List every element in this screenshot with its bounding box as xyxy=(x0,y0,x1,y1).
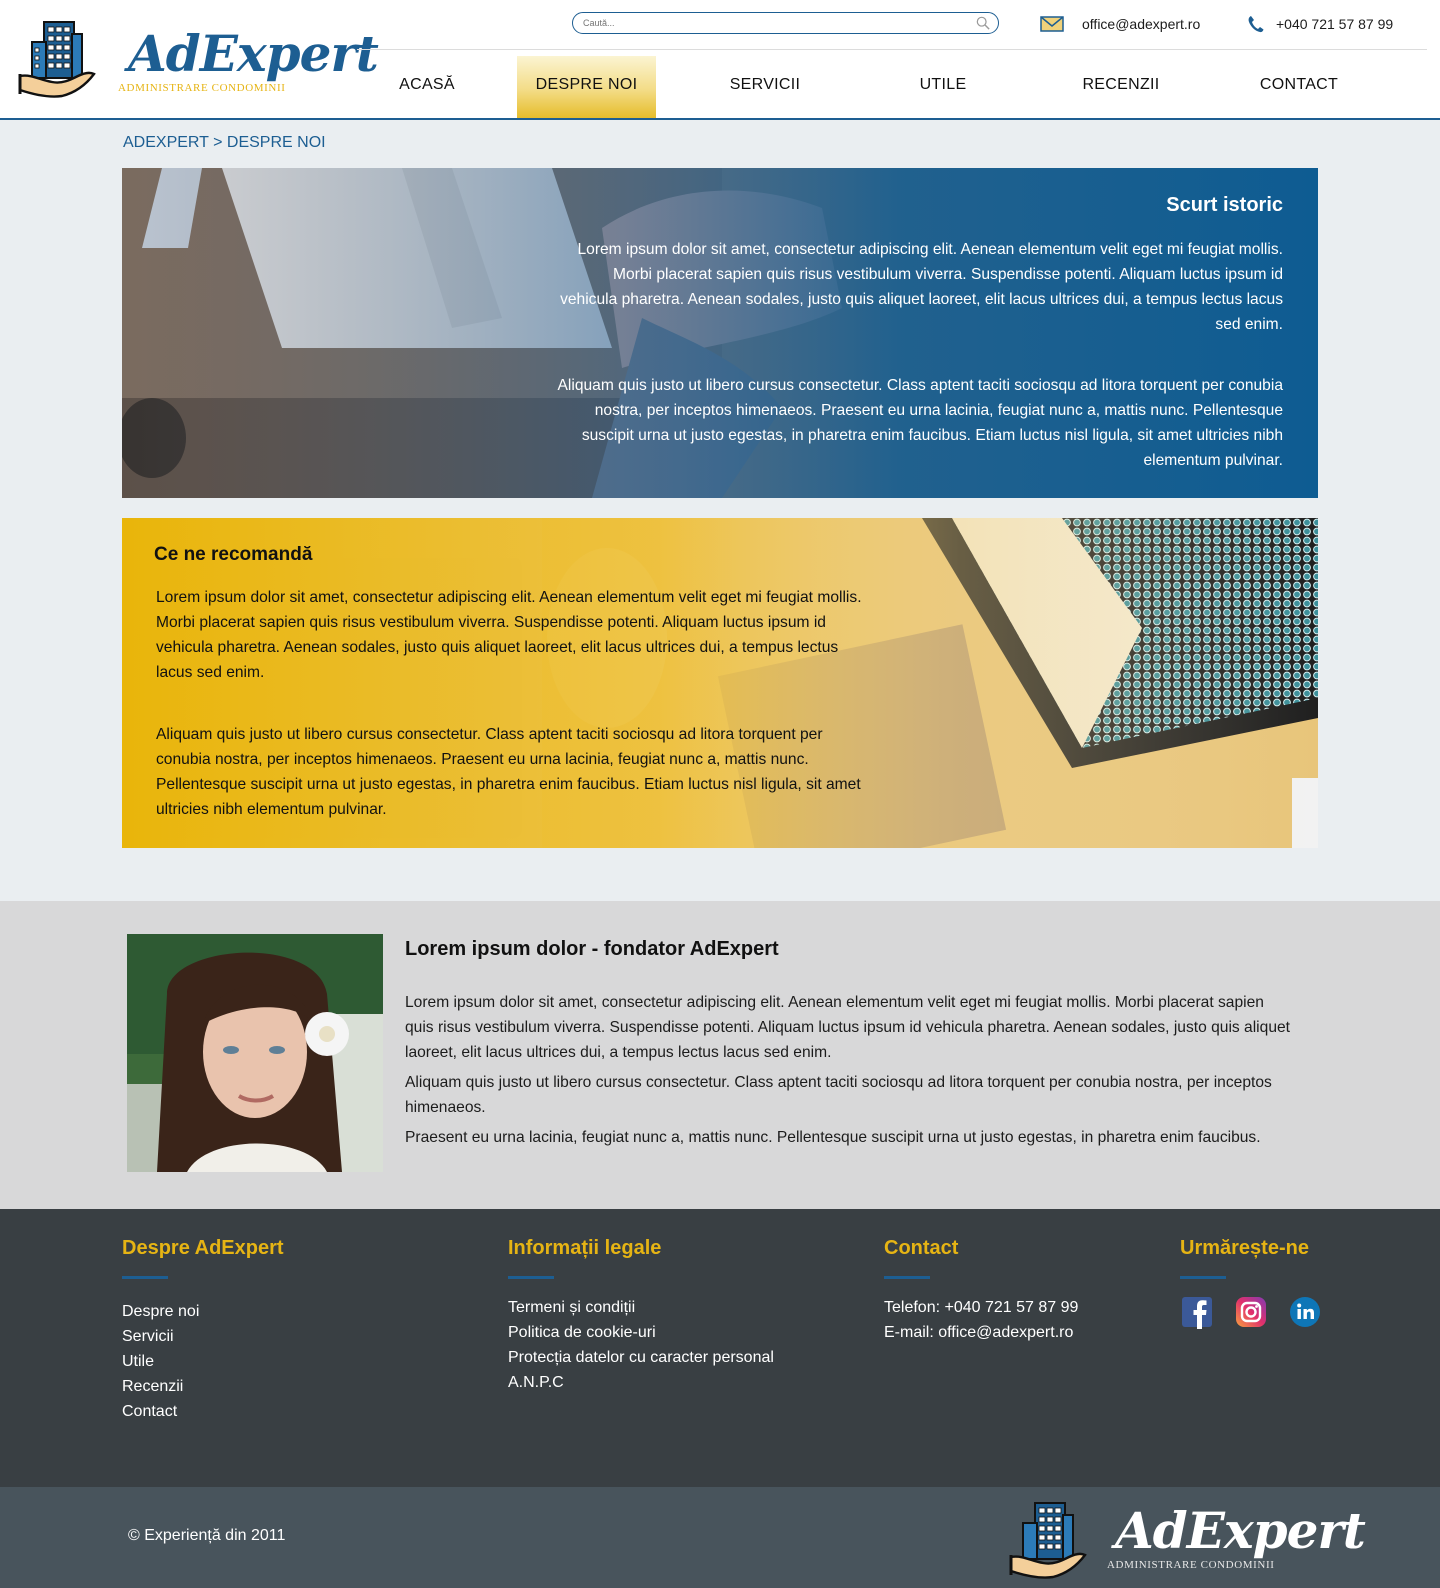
footer-brand-logo[interactable]: AdExpert ADMINISTRARE CONDOMINII xyxy=(1005,1495,1366,1581)
footer-title-underline xyxy=(1180,1276,1226,1279)
site-footer: Despre AdExpert Despre noi Servicii Util… xyxy=(0,1209,1440,1487)
footer-contact-phone[interactable]: Telefon: +040 721 57 87 99 xyxy=(884,1295,1078,1320)
header-email[interactable]: office@adexpert.ro xyxy=(1040,14,1200,34)
footer-link-cookies[interactable]: Politica de cookie-uri xyxy=(508,1320,774,1345)
recommend-title: Ce ne recomandă xyxy=(154,544,313,565)
footer-link-anpc[interactable]: A.N.P.C xyxy=(508,1370,774,1395)
footer-brand-wordmark: AdExpert xyxy=(1115,1501,1366,1560)
header-email-text: office@adexpert.ro xyxy=(1082,16,1201,32)
footer-contact-title: Contact xyxy=(884,1237,959,1259)
recommend-paragraph-2: Aliquam quis justo ut libero cursus cons… xyxy=(156,726,861,818)
founder-portrait-image xyxy=(127,934,383,1172)
footer-title-underline xyxy=(508,1276,554,1279)
footer-brand-tagline: ADMINISTRARE CONDOMINII xyxy=(1107,1559,1275,1571)
history-title: Scurt istoric xyxy=(1166,194,1283,216)
footer-contact-email[interactable]: E-mail: office@adexpert.ro xyxy=(884,1320,1078,1345)
building-in-hand-logo-icon xyxy=(1009,1502,1087,1579)
footer-link-protectia-datelor[interactable]: Protecția datelor cu caracter personal xyxy=(508,1345,774,1370)
nav-item-utile[interactable]: UTILE xyxy=(854,56,1032,118)
instagram-icon[interactable] xyxy=(1234,1295,1268,1329)
linkedin-icon[interactable] xyxy=(1288,1295,1322,1329)
search-input[interactable] xyxy=(583,16,963,30)
header-phone[interactable]: +040 721 57 87 99 xyxy=(1248,14,1393,34)
footer-link-servicii[interactable]: Servicii xyxy=(122,1324,284,1349)
site-header: AdExpert ADMINISTRARE CONDOMINII office@… xyxy=(0,0,1440,120)
brand-tagline: ADMINISTRARE CONDOMINII xyxy=(118,82,286,94)
facebook-icon[interactable] xyxy=(1180,1295,1214,1329)
phone-icon xyxy=(1248,16,1264,33)
footer-title-underline xyxy=(884,1276,930,1279)
building-in-hand-logo-icon xyxy=(18,21,96,98)
nav-item-contact[interactable]: CONTACT xyxy=(1210,56,1388,118)
footer-bottom-bar: © Experiență din 2011 AdExpert ADMINISTR… xyxy=(0,1487,1440,1588)
footer-link-despre-noi[interactable]: Despre noi xyxy=(122,1299,284,1324)
header-phone-text: +040 721 57 87 99 xyxy=(1276,16,1394,32)
footer-legal-title: Informații legale xyxy=(508,1237,662,1259)
founder-paragraph-1: Lorem ipsum dolor sit amet, consectetur … xyxy=(405,994,1290,1061)
footer-link-contact[interactable]: Contact xyxy=(122,1399,284,1424)
footer-link-termeni[interactable]: Termeni și condiții xyxy=(508,1295,774,1320)
nav-item-despre-noi[interactable]: DESPRE NOI xyxy=(517,56,656,118)
envelope-icon xyxy=(1040,16,1064,32)
search-icon[interactable] xyxy=(976,16,990,30)
nav-item-acasa[interactable]: ACASĂ xyxy=(357,56,497,118)
breadcrumb[interactable]: ADEXPERT > DESPRE NOI xyxy=(123,134,326,152)
footer-follow-column: Urmărește-ne xyxy=(1180,1237,1322,1329)
nav-item-servicii[interactable]: SERVICII xyxy=(676,56,854,118)
history-paragraph-1: Lorem ipsum dolor sit amet, consectetur … xyxy=(560,241,1283,333)
footer-about-column: Despre AdExpert Despre noi Servicii Util… xyxy=(122,1237,284,1424)
recommend-paragraph-1: Lorem ipsum dolor sit amet, consectetur … xyxy=(156,589,862,681)
brand-wordmark: AdExpert xyxy=(128,24,379,83)
founder-paragraph-3: Praesent eu urna lacinia, feugiat nunc a… xyxy=(405,1129,1261,1146)
footer-link-recenzii[interactable]: Recenzii xyxy=(122,1374,284,1399)
history-paragraph-2: Aliquam quis justo ut libero cursus cons… xyxy=(557,377,1283,469)
brand-logo[interactable]: AdExpert ADMINISTRARE CONDOMINII xyxy=(18,18,379,104)
main-nav: ACASĂ DESPRE NOI SERVICII UTILE RECENZII… xyxy=(357,56,1427,118)
footer-legal-column: Informații legale Termeni și condiții Po… xyxy=(508,1237,774,1395)
founder-title: Lorem ipsum dolor - fondator AdExpert xyxy=(405,938,779,960)
copyright-text: © Experiență din 2011 xyxy=(128,1527,286,1544)
nav-item-recenzii[interactable]: RECENZII xyxy=(1032,56,1210,118)
footer-title-underline xyxy=(122,1276,168,1279)
footer-contact-column: Contact Telefon: +040 721 57 87 99 E-mai… xyxy=(884,1237,1078,1345)
search-bar xyxy=(572,12,999,34)
founder-section: Lorem ipsum dolor - fondator AdExpert Lo… xyxy=(0,901,1440,1209)
history-panel: Scurt istoric Lorem ipsum dolor sit amet… xyxy=(122,168,1318,498)
footer-follow-title: Urmărește-ne xyxy=(1180,1237,1309,1259)
footer-about-title: Despre AdExpert xyxy=(122,1237,284,1259)
recommend-panel: Ce ne recomandă Lorem ipsum dolor sit am… xyxy=(122,518,1318,848)
social-links xyxy=(1180,1295,1322,1329)
footer-link-utile[interactable]: Utile xyxy=(122,1349,284,1374)
founder-paragraph-2: Aliquam quis justo ut libero cursus cons… xyxy=(405,1074,1272,1116)
nav-divider xyxy=(357,49,1427,50)
